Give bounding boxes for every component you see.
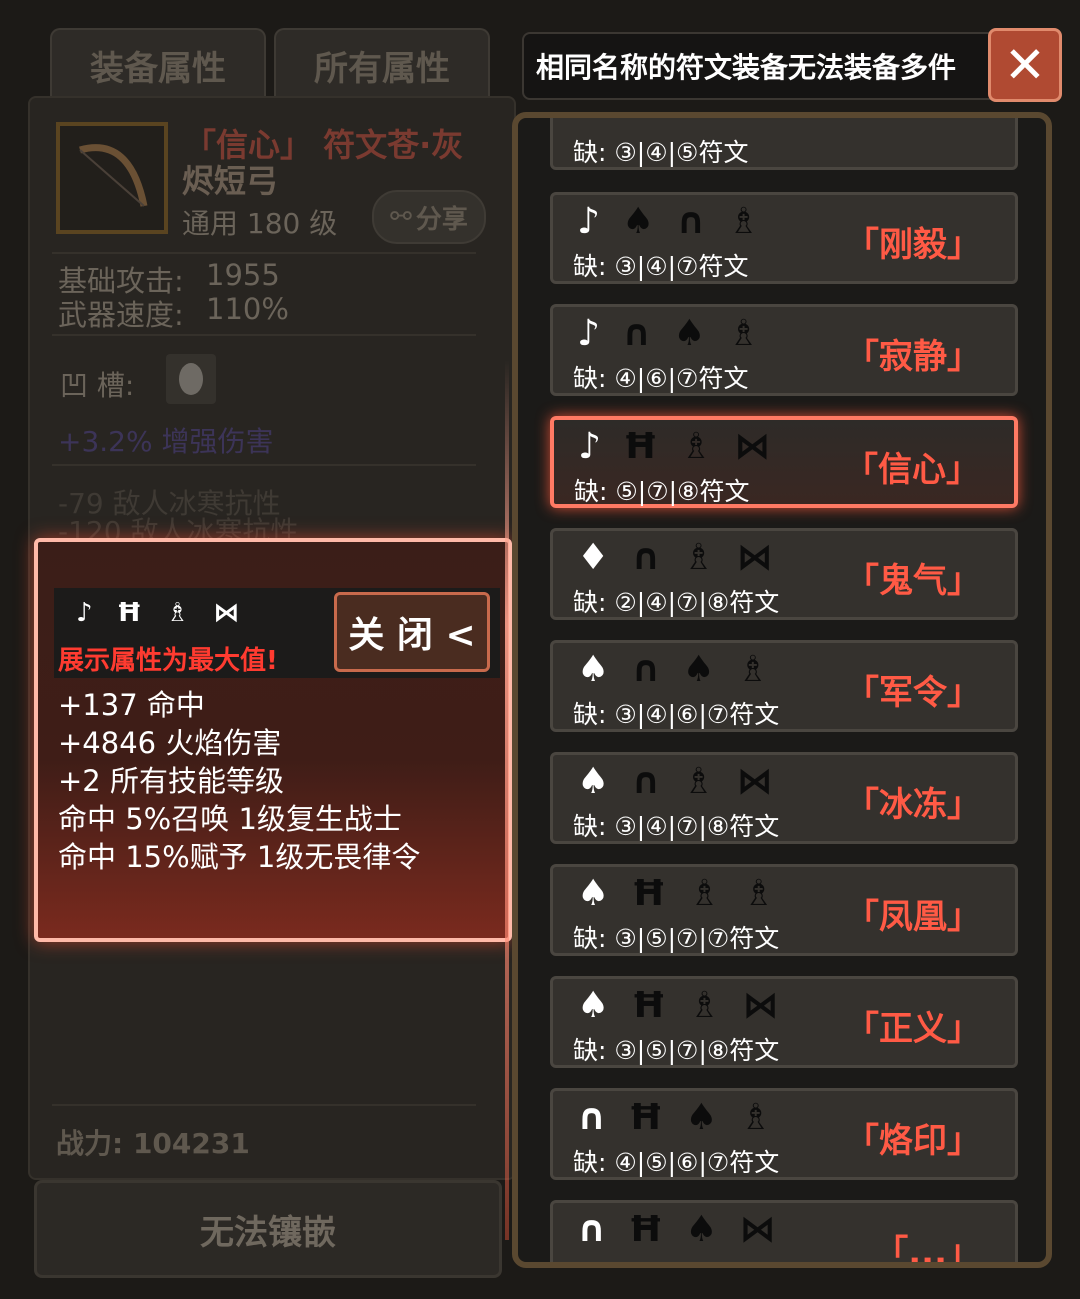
item-level: 通用 180 级	[182, 207, 338, 240]
divider	[52, 334, 476, 336]
attribute-line: 命中 5%召唤 1级复生战士	[58, 802, 402, 836]
runeword-row[interactable]: ♦ ∩ ♗ ⋈ 缺: ②|④|⑦|⑧符文 「鬼气」	[550, 528, 1018, 620]
rune-icons: ♠ ∩ ♗ ⋈	[577, 761, 773, 802]
rune-icons: ♦ ∩ ♗ ⋈	[577, 537, 773, 578]
rune-icon: ♪	[76, 598, 93, 628]
attribute-line: 命中 15%赋予 1级无畏律令	[58, 840, 421, 874]
rune-icons: ∩ Ħ ♠ ⋈	[577, 1209, 776, 1250]
bow-icon	[79, 144, 148, 207]
combat-power: 战力: 104231	[56, 1127, 250, 1160]
close-button[interactable]: ✕	[988, 28, 1062, 102]
weapon-speed-value: 110%	[206, 292, 289, 326]
base-attack-value: 1955	[206, 258, 280, 292]
socket-slot[interactable]	[166, 354, 216, 404]
rune-icon: ⋈	[213, 598, 240, 628]
max-value-note: 展示属性为最大值!	[58, 646, 278, 676]
runeword-row[interactable]: ∩ Ħ ♠ ⋈ 「...」	[550, 1200, 1018, 1262]
share-icon: ⚯	[390, 202, 412, 232]
rune-icons: ♠ ∩ ♠ ♗	[577, 649, 770, 690]
socket-gem-icon	[179, 363, 203, 395]
rune-icons: ♠ Ħ ♗ ♗	[577, 873, 775, 914]
divider	[52, 464, 476, 466]
runeword-row-selected[interactable]: ♪ Ħ ♗ ⋈ 缺: ⑤|⑦|⑧符文 「信心」	[550, 416, 1018, 508]
weapon-speed-label: 武器速度:	[58, 298, 184, 332]
rune-icon: Ħ	[116, 598, 142, 628]
tab-all-attributes[interactable]: 所有属性	[274, 28, 490, 100]
runeword-row[interactable]: ♪ ∩ ♠ ♗ 缺: ④|⑥|⑦符文 「寂静」	[550, 304, 1018, 396]
tab-equipment-attributes[interactable]: 装备属性	[50, 28, 266, 100]
divider	[52, 252, 476, 254]
cannot-inlay-button[interactable]: 无法镶嵌	[34, 1180, 502, 1278]
rune-icons: ♠ Ħ ♗ ⋈	[577, 985, 779, 1026]
share-button[interactable]: ⚯ 分享	[372, 190, 486, 244]
item-name-line2: 烬短弓	[182, 162, 279, 200]
close-popup-button[interactable]: 关 闭 <	[334, 592, 490, 672]
close-icon: ✕	[1004, 36, 1046, 94]
duplicate-runeword-warning: 相同名称的符文装备无法装备多件	[522, 32, 1008, 100]
item-icon-frame	[56, 122, 168, 234]
runeword-row[interactable]: ♠ ∩ ♗ ⋈ 缺: ③|④|⑦|⑧符文 「冰冻」	[550, 752, 1018, 844]
runeword-row[interactable]: ♪ ♠ ∩ ♗ 缺: ③|④|⑦符文 「刚毅」	[550, 192, 1018, 284]
popup-attribute-list: +137 命中 +4846 火焰伤害 +2 所有技能等级 命中 5%召唤 1级复…	[58, 686, 420, 876]
divider	[52, 1104, 476, 1106]
runeword-detail-popup: ♪ Ħ ♗ ⋈ 展示属性为最大值! 关 闭 < +137 命中 +4846 火焰…	[34, 538, 512, 942]
socket-label: 凹 槽:	[60, 369, 135, 402]
runeword-row[interactable]: ♠ Ħ ♗ ♗ 缺: ③|⑤|⑦|⑦符文 「凤凰」	[550, 864, 1018, 956]
attribute-line: +4846 火焰伤害	[58, 726, 282, 760]
rune-icons: ∩ Ħ ♠ ♗	[577, 1097, 772, 1138]
popup-rune-list: ♪ Ħ ♗ ⋈	[76, 598, 239, 628]
runeword-list[interactable]: 缺: ③|④|⑤符文 ♪ ♠ ∩ ♗ 缺: ③|④|⑦符文 「刚毅」 ♪ ∩ ♠ ♗ 缺: …	[512, 112, 1052, 1268]
rune-icons: ♪ ∩ ♠ ♗	[577, 313, 760, 354]
popup-glow-edge	[505, 360, 509, 1240]
runeword-row[interactable]: ♠ Ħ ♗ ⋈ 缺: ③|⑤|⑦|⑧符文 「正义」	[550, 976, 1018, 1068]
rune-icon: ♗	[165, 598, 190, 628]
attribute-line: +137 命中	[58, 688, 205, 722]
runeword-row[interactable]: ♠ ∩ ♠ ♗ 缺: ③|④|⑥|⑦符文 「军令」	[550, 640, 1018, 732]
runeword-row[interactable]: ∩ Ħ ♠ ♗ 缺: ④|⑤|⑥|⑦符文 「烙印」	[550, 1088, 1018, 1180]
rune-icons: ♪ ♠ ∩ ♗	[577, 201, 760, 242]
attribute-line: +2 所有技能等级	[58, 764, 284, 798]
enhance-damage-stat: +3.2% 增强伤害	[58, 425, 274, 458]
runeword-row[interactable]: 缺: ③|④|⑤符文	[550, 118, 1018, 170]
rune-icons: ♪ Ħ ♗ ⋈	[578, 426, 771, 467]
